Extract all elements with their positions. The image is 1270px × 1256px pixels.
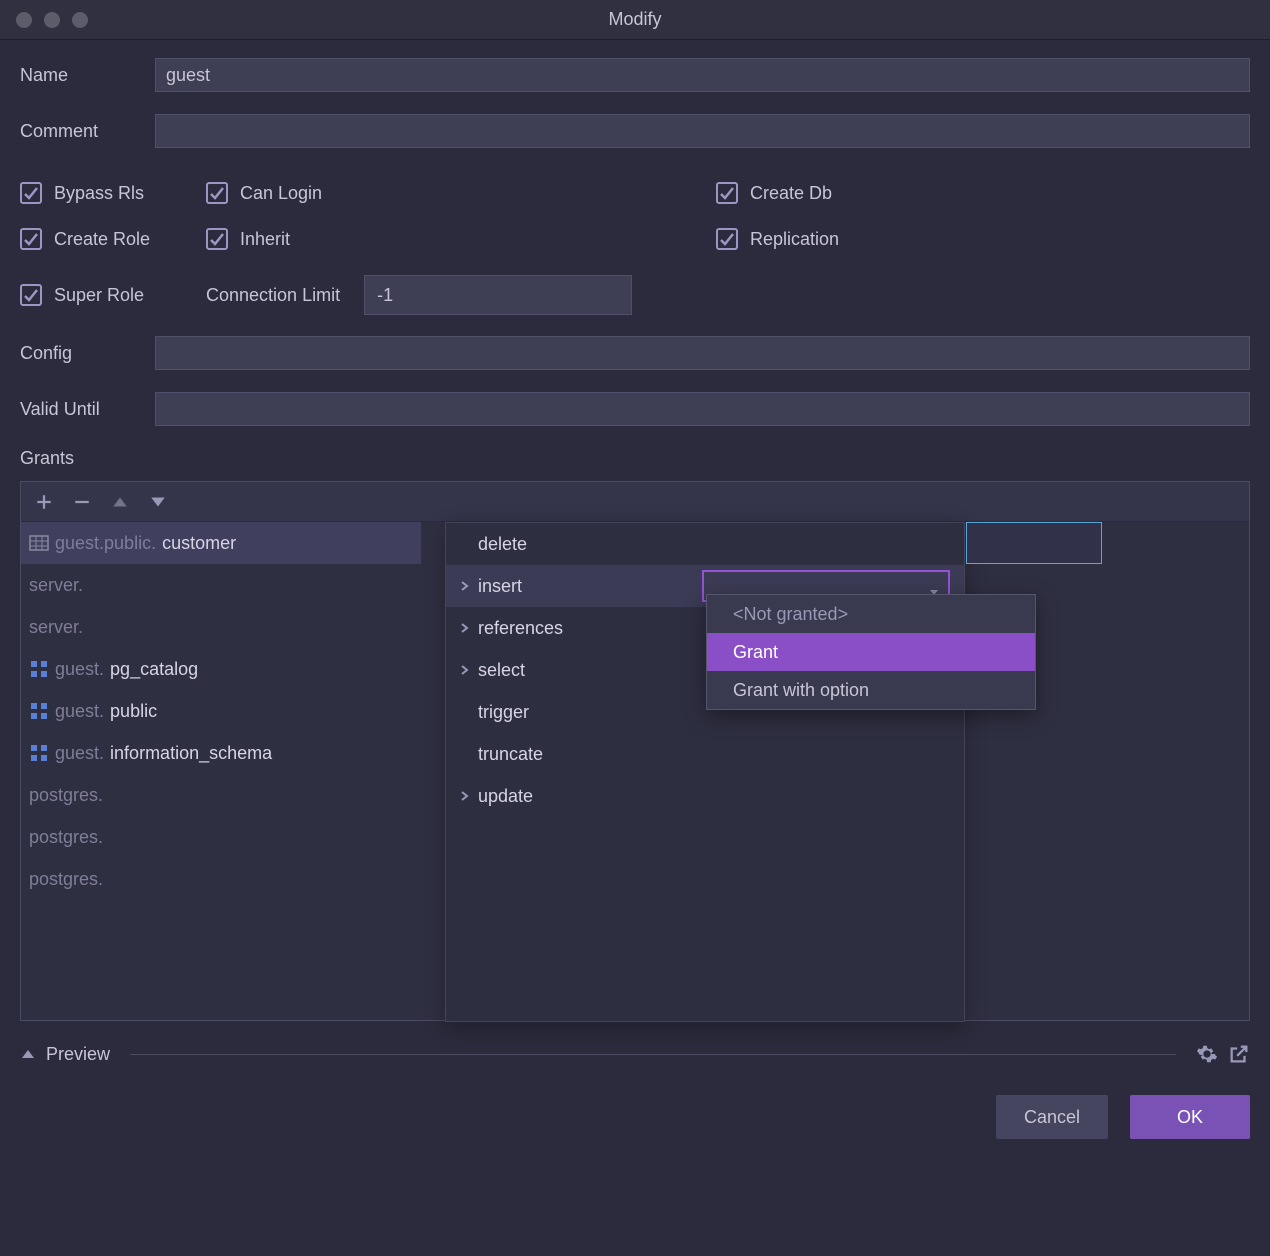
config-label: Config: [20, 343, 155, 364]
schema-icon: [29, 701, 49, 721]
create-role-label: Create Role: [54, 229, 150, 250]
tree-item[interactable]: server.: [21, 564, 421, 606]
dropdown-option[interactable]: Grant: [707, 633, 1035, 671]
tree-item[interactable]: guest.public.customer: [21, 522, 421, 564]
dropdown-option[interactable]: Grant with option: [707, 671, 1035, 709]
privilege-name: insert: [474, 576, 702, 597]
gear-icon[interactable]: [1196, 1043, 1218, 1065]
window-title: Modify: [0, 9, 1270, 30]
super-role-checkbox[interactable]: Super Role: [20, 284, 206, 306]
tree-item[interactable]: postgres.: [21, 774, 421, 816]
privilege-name: delete: [474, 534, 702, 555]
name-label: Name: [20, 65, 155, 86]
chevron-right-icon: [456, 580, 474, 592]
privilege-row[interactable]: truncate: [446, 733, 964, 775]
tree-item[interactable]: server.: [21, 606, 421, 648]
checkbox-icon: [206, 182, 228, 204]
divider: [130, 1054, 1176, 1055]
open-external-icon[interactable]: [1228, 1043, 1250, 1065]
grants-toolbar: [21, 482, 1249, 522]
checkbox-icon: [716, 182, 738, 204]
checkbox-icon: [20, 182, 42, 204]
tree-item[interactable]: postgres.: [21, 858, 421, 900]
create-db-checkbox[interactable]: Create Db: [716, 170, 1250, 216]
config-input[interactable]: [155, 336, 1250, 370]
inherit-label: Inherit: [240, 229, 290, 250]
privilege-name: select: [474, 660, 702, 681]
connection-limit-label: Connection Limit: [206, 285, 340, 306]
can-login-checkbox[interactable]: Can Login: [206, 170, 716, 216]
bypass-rls-label: Bypass Rls: [54, 183, 144, 204]
move-up-button[interactable]: [109, 491, 131, 513]
preview-collapse-icon[interactable]: [20, 1046, 36, 1062]
tree-item[interactable]: guest.information_schema: [21, 732, 421, 774]
move-down-button[interactable]: [147, 491, 169, 513]
schema-icon: [29, 659, 49, 679]
tree-item[interactable]: guest.pg_catalog: [21, 648, 421, 690]
bypass-rls-checkbox[interactable]: Bypass Rls: [20, 170, 206, 216]
create-db-label: Create Db: [750, 183, 832, 204]
tree-item[interactable]: guest.public: [21, 690, 421, 732]
tree-item[interactable]: postgres.: [21, 816, 421, 858]
inherit-checkbox[interactable]: Inherit: [206, 216, 716, 262]
grant-status-dropdown-menu[interactable]: <Not granted>GrantGrant with option: [706, 594, 1036, 710]
privilege-name: trigger: [474, 702, 702, 723]
checkbox-icon: [20, 284, 42, 306]
chevron-right-icon: [456, 790, 474, 802]
schema-icon: [29, 743, 49, 763]
chevron-right-icon: [456, 664, 474, 676]
checkbox-icon: [716, 228, 738, 250]
cancel-button[interactable]: Cancel: [996, 1095, 1108, 1139]
can-login-label: Can Login: [240, 183, 322, 204]
super-role-label: Super Role: [54, 285, 144, 306]
privilege-name: truncate: [474, 744, 702, 765]
checkbox-icon: [206, 228, 228, 250]
chevron-right-icon: [456, 622, 474, 634]
replication-checkbox[interactable]: Replication: [716, 216, 1250, 262]
grants-panel: guest.public.customerserver.server.guest…: [20, 481, 1250, 1021]
valid-until-label: Valid Until: [20, 399, 155, 420]
ok-button[interactable]: OK: [1130, 1095, 1250, 1139]
grants-tree[interactable]: guest.public.customerserver.server.guest…: [21, 522, 421, 1020]
comment-label: Comment: [20, 121, 155, 142]
comment-input[interactable]: [155, 114, 1250, 148]
remove-button[interactable]: [71, 491, 93, 513]
valid-until-input[interactable]: [155, 392, 1250, 426]
replication-label: Replication: [750, 229, 839, 250]
privilege-name: update: [474, 786, 702, 807]
checkbox-icon: [20, 228, 42, 250]
titlebar: Modify: [0, 0, 1270, 40]
grant-editor-cell[interactable]: [966, 522, 1102, 564]
privilege-row[interactable]: update: [446, 775, 964, 817]
add-button[interactable]: [33, 491, 55, 513]
grants-label: Grants: [20, 448, 1250, 469]
privilege-name: references: [474, 618, 702, 639]
connection-limit-input[interactable]: [364, 275, 632, 315]
table-icon: [29, 535, 49, 551]
preview-label[interactable]: Preview: [46, 1044, 110, 1065]
name-input[interactable]: [155, 58, 1250, 92]
dropdown-option[interactable]: <Not granted>: [707, 595, 1035, 633]
privilege-row[interactable]: delete: [446, 523, 964, 565]
create-role-checkbox[interactable]: Create Role: [20, 216, 206, 262]
